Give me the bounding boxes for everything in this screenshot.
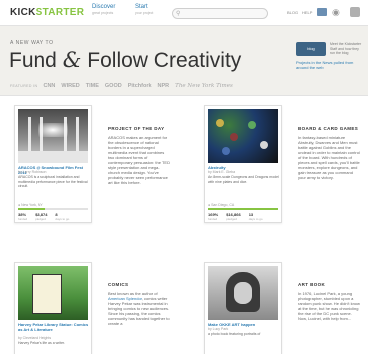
project-location-text: New York, NY	[21, 203, 43, 207]
miniature-figure	[230, 133, 238, 141]
nav-discover-label: Discover	[92, 4, 116, 10]
project-stats: 38% funded $3,874 pledged 8 days to go	[18, 212, 69, 221]
press-logo-cnn: CNN	[43, 83, 56, 89]
nav-help-link[interactable]: HELP	[302, 10, 312, 15]
nav-start-sub: your project	[135, 11, 154, 15]
hero-banner: A NEW WAY TO Fund & Follow Creativity FE…	[0, 26, 368, 96]
stat-funded: 169% funded	[208, 212, 218, 221]
nav-discover-link[interactable]: Discover great projects	[92, 4, 115, 15]
stage-column	[76, 117, 79, 153]
stat-days-left: 8 days to go	[55, 212, 69, 221]
category-blurb: PROJECT OF THE DAY ARACOS makes an argum…	[108, 126, 170, 185]
stat-days-left: 13 days to go	[249, 212, 263, 221]
featured-in-label: FEATURED IN	[10, 84, 38, 88]
miniature-figure	[248, 121, 256, 129]
blog-badge[interactable]: blog	[296, 42, 326, 56]
category-desc-suffix: , comics writer Harvey Pekar was instrum…	[108, 296, 170, 326]
project-card[interactable]: ARACOS @ Snowbound Film Fest 2011 by Lar…	[14, 105, 92, 223]
stage-light	[38, 123, 68, 137]
stat-pledged: $16,866 pledged	[226, 212, 240, 221]
funding-progress-bar	[208, 208, 278, 210]
project-creator: by Larry Robinson	[18, 170, 47, 174]
category-title[interactable]: PROJECT OF THE DAY	[108, 126, 170, 131]
category-blurb: BOARD & CARD GAMES In fantasy-based mini…	[298, 126, 360, 180]
category-blurb: ART BOOK In 1976, Lucinel Park, a young …	[298, 282, 360, 321]
stat-label: funded	[18, 217, 28, 221]
hero-title: Fund & Follow Creativity	[9, 48, 241, 73]
project-location-text: San Diego, CA	[211, 203, 235, 207]
press-logo-time: TIME	[85, 83, 99, 89]
project-blurb: a photo book featuring portraits of	[208, 332, 261, 336]
press-logo-wired: WIRED	[61, 83, 80, 89]
nav-blog-link[interactable]: BLOG	[287, 10, 298, 15]
press-logo-pitchfork: Pitchfork	[127, 83, 152, 89]
hero-title-amp: &	[62, 48, 82, 72]
blog-blurb: Meet the Kickstarter Staff and how they …	[330, 42, 362, 55]
project-card[interactable]: Abstruity by Mark E. Gleba An 8mm-scale …	[204, 105, 282, 223]
category-description: Best known as the author of American Spl…	[108, 291, 170, 326]
category-title[interactable]: COMICS	[108, 282, 170, 287]
stage-column	[28, 117, 31, 153]
funding-progress-fill	[208, 208, 278, 210]
avatar[interactable]	[350, 7, 360, 17]
comic-panel	[32, 274, 62, 314]
kickstarter-logo[interactable]: KICKSTARTER	[10, 7, 84, 18]
funding-progress-fill	[18, 208, 45, 210]
project-stats: 169% funded $16,866 pledged 13 days to go	[208, 212, 263, 221]
portrait-face	[234, 282, 252, 304]
projects-in-news-link[interactable]: Projects in the News pulled from around …	[296, 60, 360, 70]
project-blurb: An 8mm-scale Dungeons and Dragons model …	[208, 175, 279, 184]
miniature-figure	[222, 147, 230, 155]
project-creator: by Cleveland Heights	[18, 336, 52, 340]
stage-floor	[18, 151, 88, 163]
search-icon: ⚲	[176, 11, 181, 17]
project-title[interactable]: Harvey Pekar Library Statue: Comics as A…	[18, 322, 90, 332]
press-logo-nyt: The New York Times	[175, 83, 233, 89]
nav-discover-sub: great projects	[92, 11, 114, 15]
logo-part2: STARTER	[35, 7, 85, 18]
stat-label: pledged	[226, 217, 237, 221]
featured-in-strip: FEATURED IN CNN WIRED TIME GOOD Pitchfor…	[10, 83, 233, 89]
hero-title-part2: Follow Creativity	[87, 49, 242, 72]
category-title[interactable]: ART BOOK	[298, 282, 360, 287]
project-thumbnail[interactable]	[18, 266, 88, 320]
project-creator: by Lucy Park	[208, 327, 229, 331]
project-blurb: ARACOS is a sculptural installation and …	[18, 175, 88, 188]
category-description: In fantasy-based miniature Abstruity, Dw…	[298, 135, 360, 180]
press-logo-npr: NPR	[157, 83, 170, 89]
globe-icon[interactable]: ◉	[332, 7, 340, 18]
search-input[interactable]: ⚲	[172, 8, 268, 19]
project-thumbnail[interactable]	[208, 266, 278, 320]
category-description: ARACOS makes an argument for the obsoles…	[108, 135, 170, 185]
miniature-figure	[216, 119, 224, 127]
stat-label: pledged	[35, 217, 46, 221]
stat-label: days to go	[55, 217, 70, 221]
project-thumbnail[interactable]	[18, 109, 88, 163]
category-description: In 1976, Lucinel Park, a young photograp…	[298, 291, 360, 321]
project-card[interactable]: Make OKKE ART happen by Lucy Park a phot…	[204, 262, 282, 354]
funding-progress-bar	[18, 208, 88, 210]
press-logo-good: GOOD	[104, 83, 122, 89]
miniature-figure	[260, 141, 268, 149]
project-thumbnail[interactable]	[208, 109, 278, 163]
stat-pledged: $3,874 pledged	[35, 212, 47, 221]
nav-start-label: Start	[135, 4, 148, 10]
project-location: ● San Diego, CA	[208, 203, 234, 207]
nav-start-link[interactable]: Start your project	[135, 4, 153, 15]
stat-funded: 38% funded	[18, 212, 27, 221]
stat-label: days to go	[248, 217, 263, 221]
project-creator: by Mark E. Gleba	[208, 170, 236, 174]
logo-part1: KICK	[10, 7, 36, 18]
project-location: ● New York, NY	[18, 203, 43, 207]
category-blurb: COMICS Best known as the author of Ameri…	[108, 282, 170, 326]
category-title[interactable]: BOARD & CARD GAMES	[298, 126, 360, 131]
mail-icon[interactable]	[317, 8, 327, 16]
hero-kicker: A NEW WAY TO	[10, 40, 54, 46]
project-card[interactable]: Harvey Pekar Library Statue: Comics as A…	[14, 262, 92, 354]
project-blurb: Harvey Pekar's life as a writer.	[18, 341, 65, 345]
stat-label: funded	[208, 217, 218, 221]
top-navigation: KICKSTARTER Discover great projects Star…	[0, 0, 368, 26]
hero-title-part1: Fund	[9, 49, 57, 72]
